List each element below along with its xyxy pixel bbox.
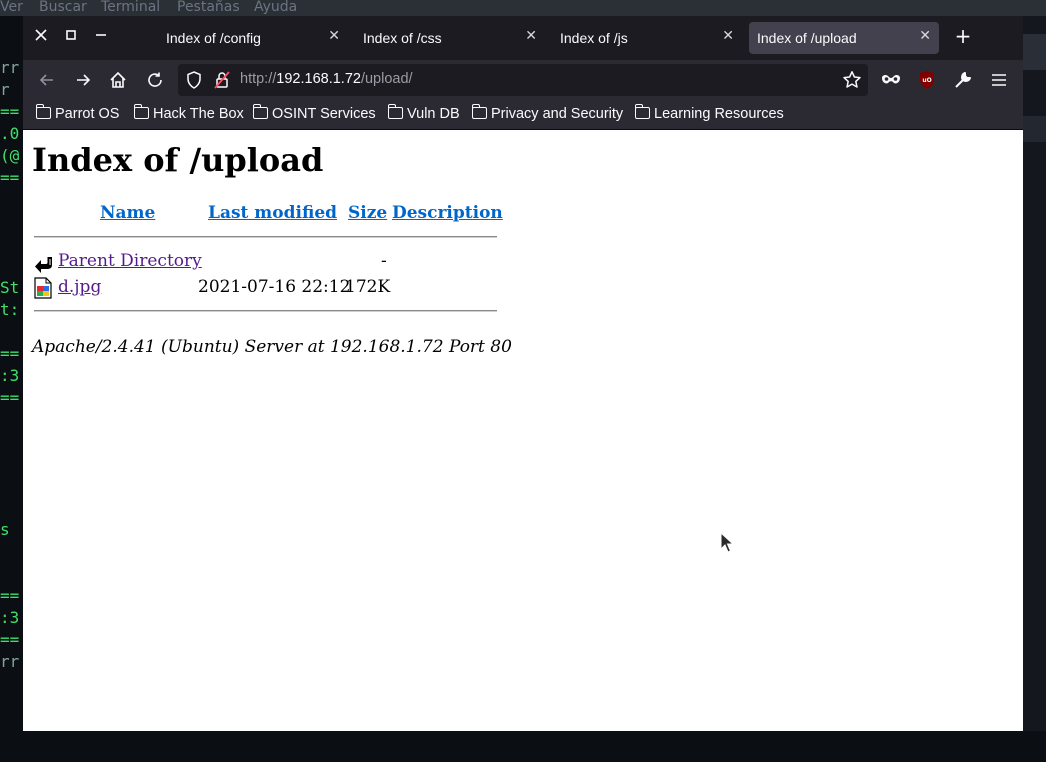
- folder-icon: [387, 104, 403, 119]
- address-bar[interactable]: http://192.168.1.72/upload/: [178, 64, 868, 96]
- hamburger-menu-icon[interactable]: [987, 68, 1011, 92]
- terminal-line: r: [0, 80, 10, 99]
- image-file-icon: [34, 277, 52, 303]
- column-header-name[interactable]: Name: [100, 203, 155, 223]
- tab-title: Index of /upload: [757, 30, 857, 46]
- svg-text:uO: uO: [922, 77, 931, 84]
- bookmark-label: Vuln DB: [407, 106, 460, 122]
- file-link-d-jpg[interactable]: d.jpg: [58, 277, 101, 297]
- bookmark-folder-hack-the-box[interactable]: Hack The Box: [133, 104, 244, 124]
- navigation-toolbar: http://192.168.1.72/upload/ uO: [23, 60, 1023, 100]
- folder-icon: [35, 104, 51, 119]
- close-tab-icon[interactable]: ✕: [525, 28, 537, 44]
- file-last-modified: 2021-07-16 22:12: [198, 277, 351, 297]
- tab-title: Index of /js: [560, 30, 628, 46]
- terminal-side-bar: [1023, 34, 1046, 70]
- terminal-menu-ayuda[interactable]: Ayuda: [254, 0, 297, 15]
- bookmark-label: Hack The Box: [153, 106, 244, 122]
- terminal-line: rr: [0, 652, 20, 671]
- terminal-line: t:: [0, 300, 20, 319]
- table-divider: [34, 310, 497, 312]
- bookmark-label: Parrot OS: [55, 106, 120, 122]
- back-arrow-icon: [34, 253, 54, 279]
- tab-upload[interactable]: Index of /upload ✕: [749, 22, 939, 54]
- bookmark-folder-vuln-db[interactable]: Vuln DB: [387, 104, 460, 124]
- reload-button[interactable]: [143, 68, 167, 92]
- bookmark-label: Learning Resources: [654, 106, 784, 122]
- terminal-line: ==: [0, 388, 20, 407]
- close-tab-icon[interactable]: ✕: [919, 28, 931, 44]
- terminal-side-panel: [1023, 16, 1046, 762]
- bookmark-folder-learning-resources[interactable]: Learning Resources: [634, 104, 784, 124]
- insecure-lock-icon[interactable]: [214, 71, 230, 94]
- terminal-line: ==: [0, 630, 20, 649]
- bookmark-label: Privacy and Security: [491, 106, 624, 122]
- folder-icon: [252, 104, 268, 119]
- maximize-window-icon[interactable]: [63, 28, 79, 44]
- terminal-line: ==: [0, 344, 20, 363]
- tab-css[interactable]: Index of /css ✕: [355, 22, 545, 54]
- terminal-output: rr r == .0 (@ == St t: == :3 == s == :3 …: [0, 16, 23, 731]
- tab-title: Index of /config: [166, 30, 261, 46]
- terminal-menubar: Ver Buscar Terminal Pestañas Ayuda: [0, 0, 1046, 16]
- bookmark-label: OSINT Services: [272, 106, 376, 122]
- tab-config[interactable]: Index of /config ✕: [158, 22, 348, 54]
- terminal-line: ==: [0, 168, 20, 187]
- terminal-line: ==: [0, 102, 20, 121]
- terminal-side-bar: [1023, 116, 1046, 142]
- bookmark-star-icon[interactable]: [842, 70, 862, 95]
- column-header-description[interactable]: Description: [392, 203, 503, 223]
- forward-button[interactable]: [71, 68, 95, 92]
- terminal-menu-buscar[interactable]: Buscar: [39, 0, 87, 15]
- bookmarks-toolbar: Parrot OS Hack The Box OSINT Services Vu…: [23, 100, 1023, 130]
- home-button[interactable]: [106, 68, 130, 92]
- url-host: 192.168.1.72: [276, 71, 361, 87]
- file-size: -: [381, 251, 387, 271]
- folder-icon: [634, 104, 650, 119]
- terminal-line: St: [0, 278, 20, 297]
- column-header-size[interactable]: Size: [348, 203, 387, 223]
- browser-window: Index of /config ✕ Index of /css ✕ Index…: [23, 16, 1023, 731]
- page-title: Index of /upload: [32, 141, 324, 179]
- table-divider: [34, 236, 497, 238]
- folder-icon: [133, 104, 149, 119]
- terminal-menu-ver[interactable]: Ver: [0, 0, 23, 15]
- tab-title: Index of /css: [363, 30, 442, 46]
- close-tab-icon[interactable]: ✕: [328, 28, 340, 44]
- terminal-line: .0: [0, 124, 20, 143]
- terminal-line: (@: [0, 146, 20, 165]
- terminal-menu-pestanas[interactable]: Pestañas: [177, 0, 240, 15]
- close-tab-icon[interactable]: ✕: [722, 28, 734, 44]
- column-header-last-modified[interactable]: Last modified: [208, 203, 337, 223]
- tab-js[interactable]: Index of /js ✕: [552, 22, 742, 54]
- back-button[interactable]: [35, 68, 59, 92]
- wrench-icon[interactable]: [951, 68, 975, 92]
- terminal-menu-terminal[interactable]: Terminal: [101, 0, 160, 15]
- terminal-line: :3: [0, 366, 20, 385]
- terminal-line: s: [0, 520, 10, 539]
- tab-bar: Index of /config ✕ Index of /css ✕ Index…: [23, 16, 1023, 60]
- new-tab-button[interactable]: +: [953, 26, 973, 46]
- terminal-bottom: [0, 731, 1046, 762]
- close-window-icon[interactable]: [33, 28, 49, 44]
- private-browsing-mask-icon[interactable]: [879, 68, 903, 92]
- url-text[interactable]: http://192.168.1.72/upload/: [240, 71, 413, 87]
- bookmark-folder-osint-services[interactable]: OSINT Services: [252, 104, 376, 124]
- folder-icon: [471, 104, 487, 119]
- file-size: 172K: [345, 277, 391, 297]
- mouse-pointer-icon: [720, 531, 735, 559]
- terminal-line: :3: [0, 608, 20, 627]
- url-path: /upload/: [360, 71, 413, 87]
- ublock-origin-icon[interactable]: uO: [915, 68, 939, 92]
- parent-directory-link[interactable]: Parent Directory: [58, 251, 202, 271]
- page-content: Index of /upload Name Last modified Size…: [23, 131, 1023, 731]
- bookmark-folder-parrot-os[interactable]: Parrot OS: [35, 104, 120, 124]
- server-signature: Apache/2.4.41 (Ubuntu) Server at 192.168…: [32, 337, 512, 357]
- minimize-window-icon[interactable]: [93, 28, 109, 44]
- terminal-line: ==: [0, 586, 20, 605]
- url-scheme: http://: [240, 71, 277, 87]
- terminal-line: rr: [0, 58, 20, 77]
- bookmark-folder-privacy-security[interactable]: Privacy and Security: [471, 104, 624, 124]
- tracking-protection-shield-icon[interactable]: [186, 71, 202, 94]
